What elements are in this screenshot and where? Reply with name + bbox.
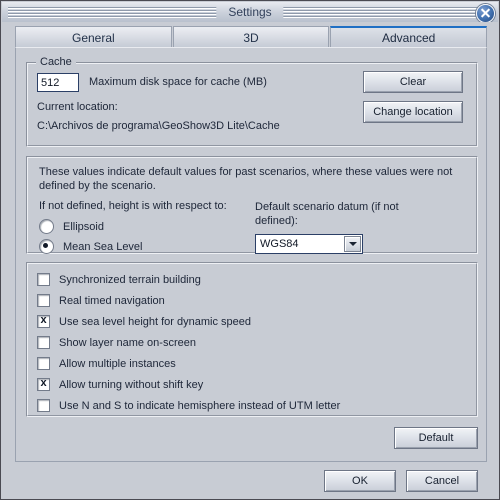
advanced-tab-panel: Cache 512 Maximum disk space for cache (… bbox=[15, 47, 487, 462]
datum-select-value: WGS84 bbox=[260, 238, 299, 250]
radio-mean-sea-level-label: Mean Sea Level bbox=[63, 240, 143, 253]
checkbox-real-timed-navigation[interactable]: Real timed navigation bbox=[37, 294, 165, 307]
radio-mean-sea-level-indicator bbox=[39, 239, 54, 254]
checkbox-label: Show layer name on-screen bbox=[59, 336, 196, 349]
checkbox-label: Allow multiple instances bbox=[59, 357, 176, 370]
scenario-defaults-description: These values indicate default values for… bbox=[39, 166, 453, 192]
current-location-path: C:\Archivos de programa\GeoShow3D Lite\C… bbox=[37, 120, 280, 132]
radio-ellipsoid-indicator bbox=[39, 219, 54, 234]
checkbox-allow-turning-without-shift-key[interactable]: Allow turning without shift key bbox=[37, 377, 204, 391]
radio-ellipsoid-label: Ellipsoid bbox=[63, 220, 104, 233]
options-group: Synchronized terrain building Real timed… bbox=[26, 262, 478, 417]
tab-3d[interactable]: 3D bbox=[172, 26, 330, 48]
max-disk-space-label: Maximum disk space for cache (MB) bbox=[89, 76, 267, 88]
chevron-down-icon[interactable] bbox=[344, 236, 361, 252]
checkbox-indicator bbox=[37, 314, 50, 328]
checkbox-label: Use N and S to indicate hemisphere inste… bbox=[59, 399, 341, 412]
checkbox-indicator bbox=[37, 294, 50, 307]
tab-advanced[interactable]: Advanced bbox=[330, 26, 488, 48]
tab-strip: General 3D Advanced bbox=[15, 26, 488, 48]
checkbox-allow-multiple-instances[interactable]: Allow multiple instances bbox=[37, 357, 176, 370]
chevron-down-glyph bbox=[348, 242, 357, 246]
checkbox-label: Real timed navigation bbox=[59, 294, 165, 307]
checkbox-indicator bbox=[37, 336, 50, 349]
change-location-button[interactable]: Change location bbox=[363, 101, 463, 123]
current-location-label: Current location: bbox=[37, 101, 118, 113]
checkbox-show-layer-name-on-screen[interactable]: Show layer name on-screen bbox=[37, 336, 196, 349]
checkbox-indicator bbox=[37, 357, 50, 370]
clear-button[interactable]: Clear bbox=[363, 71, 463, 93]
cancel-button[interactable]: Cancel bbox=[406, 470, 478, 492]
default-button[interactable]: Default bbox=[394, 427, 478, 449]
scenario-defaults-group: These values indicate default values for… bbox=[26, 156, 478, 254]
ok-button[interactable]: OK bbox=[324, 470, 396, 492]
checkbox-label: Use sea level height for dynamic speed bbox=[59, 315, 251, 328]
settings-dialog: Settings General 3D Advanced Cache 512 M… bbox=[0, 0, 500, 500]
radio-mean-sea-level[interactable]: Mean Sea Level bbox=[39, 239, 143, 254]
checkbox-use-sea-level-height-for-dynamic-speed[interactable]: Use sea level height for dynamic speed bbox=[37, 314, 251, 328]
checkbox-label: Synchronized terrain building bbox=[59, 273, 201, 286]
checkbox-synchronized-terrain-building[interactable]: Synchronized terrain building bbox=[37, 273, 201, 286]
dialog-action-bar: OK Cancel bbox=[2, 462, 498, 498]
checkbox-label: Allow turning without shift key bbox=[59, 378, 204, 391]
checkbox-indicator bbox=[37, 377, 50, 391]
cache-group-legend: Cache bbox=[36, 56, 76, 68]
title-bar: Settings bbox=[2, 2, 498, 22]
checkbox-use-n-and-s-hemisphere[interactable]: Use N and S to indicate hemisphere inste… bbox=[37, 399, 340, 412]
cache-group: Cache 512 Maximum disk space for cache (… bbox=[26, 56, 478, 147]
tab-general[interactable]: General bbox=[15, 26, 172, 48]
window-title: Settings bbox=[216, 4, 284, 20]
datum-label: Default scenario datum (if not defined): bbox=[255, 201, 399, 227]
max-disk-space-input[interactable]: 512 bbox=[37, 73, 79, 92]
checkbox-indicator bbox=[37, 399, 50, 412]
height-reference-label: If not defined, height is with respect t… bbox=[39, 200, 227, 212]
checkbox-indicator bbox=[37, 273, 50, 286]
datum-select[interactable]: WGS84 bbox=[255, 234, 363, 254]
radio-ellipsoid[interactable]: Ellipsoid bbox=[39, 219, 104, 234]
close-icon[interactable] bbox=[476, 4, 495, 22]
